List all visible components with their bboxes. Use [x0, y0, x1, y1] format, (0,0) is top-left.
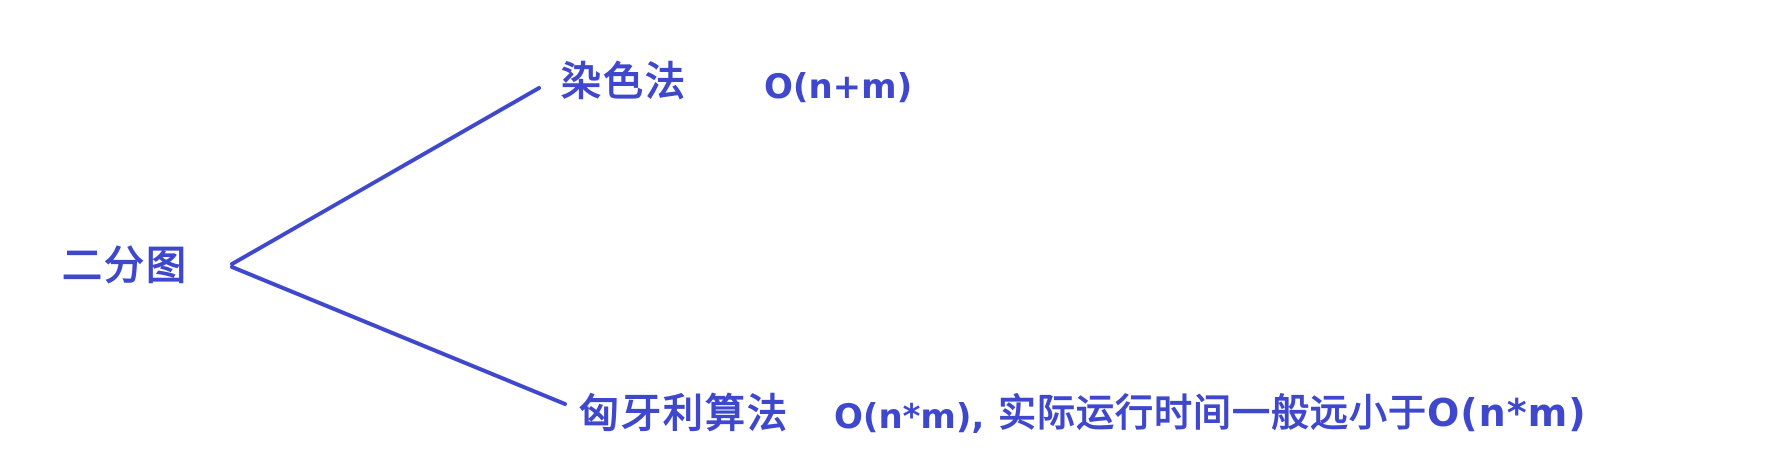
root-node-label: 二分图 [62, 243, 188, 289]
edge-root-to-hungarian [230, 265, 567, 406]
branch-method-coloring: 染色法 [561, 59, 687, 105]
edge-root-to-coloring [230, 86, 541, 266]
branch-method-hungarian: 匈牙利算法 [579, 391, 789, 437]
diagram-canvas: 二分图 染色法 O(n+m) 匈牙利算法 O(n*m), 实际运行时间一般远小于… [0, 0, 1785, 461]
branch-note-hungarian: 实际运行时间一般远小于O(n*m) [998, 391, 1587, 435]
branch-complexity-hungarian: O(n*m), [834, 397, 985, 437]
branch-complexity-coloring: O(n+m) [764, 67, 913, 107]
